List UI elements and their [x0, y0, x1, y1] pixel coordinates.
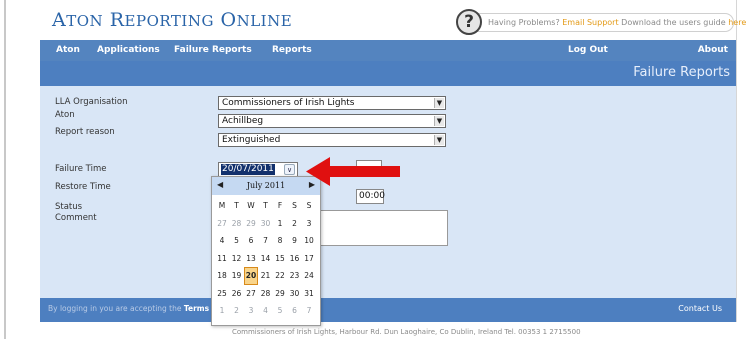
calendar-day[interactable]: 24 [303, 268, 315, 284]
calendar-day[interactable]: 7 [260, 233, 272, 249]
calendar-day[interactable]: 21 [260, 268, 272, 284]
aton-label: Aton [55, 110, 75, 120]
terms-notice-text: By logging in you are accepting the [48, 304, 184, 313]
report-reason-value: Extinguished [222, 135, 281, 145]
restore-time-value: 00:00 [359, 191, 385, 201]
title-band: Failure Reports [40, 61, 736, 86]
calendar-day[interactable]: 29 [274, 286, 286, 302]
calendar-day[interactable]: 31 [303, 286, 315, 302]
footer-address: Commissioners of Irish Lights, Harbour R… [232, 328, 581, 336]
calendar-day[interactable]: 1 [274, 216, 286, 232]
calendar-day[interactable]: 22 [274, 268, 286, 284]
aton-select[interactable]: Achillbeg ▼ [218, 114, 446, 128]
users-guide-link[interactable]: here [728, 18, 746, 27]
failure-time-label: Failure Time [55, 164, 107, 174]
calendar-day[interactable]: 27 [216, 216, 228, 232]
nav-about[interactable]: About [698, 40, 728, 61]
calendar-day[interactable]: 14 [260, 251, 272, 267]
nav-bar: Aton Applications Failure Reports Report… [40, 40, 736, 61]
chevron-down-icon[interactable]: ∨ [284, 164, 295, 175]
calendar-day[interactable]: 12 [231, 251, 243, 267]
calendar-day[interactable]: 4 [216, 233, 228, 249]
calendar-weekday: M [218, 201, 226, 210]
help-text: Having Problems? [488, 18, 563, 27]
calendar-weekday: T [234, 201, 239, 210]
calendar-header: ◀ July 2011 ▶ [212, 177, 320, 195]
lla-label: LLA Organisation [55, 97, 128, 107]
app-logo[interactable]: ATON REPORTING ONLINE [52, 9, 292, 31]
calendar-day[interactable]: 6 [245, 233, 257, 249]
page-title: Failure Reports [633, 65, 730, 80]
nav-applications[interactable]: Applications [97, 40, 160, 61]
calendar-weekday: F [277, 201, 283, 210]
calendar-month-title: July 2011 [246, 181, 286, 190]
aton-select-value: Achillbeg [222, 116, 264, 126]
download-guide-text: Download the users guide [618, 18, 729, 27]
restore-time-label: Restore Time [55, 182, 111, 192]
calendar-day[interactable]: 3 [245, 303, 257, 319]
header: ATON REPORTING ONLINE Having Problems? E… [40, 0, 746, 40]
calendar-day[interactable]: 10 [303, 233, 315, 249]
calendar-day[interactable]: 4 [260, 303, 272, 319]
help-bar: Having Problems? Email Support Download … [468, 13, 746, 32]
lla-select[interactable]: Commissioners of Irish Lights ▼ [218, 96, 446, 110]
terms-notice: By logging in you are accepting the Term… [48, 304, 220, 313]
calendar-day[interactable]: 19 [231, 268, 243, 284]
right-border [736, 0, 737, 322]
calendar-day[interactable]: 9 [289, 233, 301, 249]
status-label: Status [55, 202, 83, 212]
calendar-day[interactable]: 3 [303, 216, 315, 232]
calendar-day[interactable]: 29 [245, 216, 257, 232]
report-reason-label: Report reason [55, 127, 115, 137]
report-reason-select[interactable]: Extinguished ▼ [218, 133, 446, 147]
calendar-weekday: T [263, 201, 268, 210]
left-border [4, 0, 6, 339]
chevron-down-icon[interactable]: ▼ [434, 116, 444, 126]
calendar-day[interactable]: 2 [289, 216, 301, 232]
nav-failure-reports[interactable]: Failure Reports [174, 40, 252, 61]
calendar-weekday: W [247, 201, 255, 210]
contact-us-link[interactable]: Contact Us [678, 304, 722, 313]
red-arrow-annotation [306, 157, 400, 186]
nav-log-out[interactable]: Log Out [568, 40, 608, 61]
failure-date-value: 20/07/2011 [221, 164, 275, 175]
calendar-day[interactable]: 6 [289, 303, 301, 319]
calendar-day[interactable]: 26 [231, 286, 243, 302]
nav-reports[interactable]: Reports [272, 40, 312, 61]
lla-select-value: Commissioners of Irish Lights [222, 98, 355, 108]
calendar-day[interactable]: 5 [274, 303, 286, 319]
email-support-link[interactable]: Email Support [562, 18, 618, 27]
calendar-day[interactable]: 1 [216, 303, 228, 319]
calendar-day[interactable]: 18 [216, 268, 228, 284]
calendar-day[interactable]: 5 [231, 233, 243, 249]
nav-aton[interactable]: Aton [56, 40, 80, 61]
calendar-day[interactable]: 30 [289, 286, 301, 302]
calendar-day[interactable]: 27 [245, 286, 257, 302]
calendar-day[interactable]: 28 [231, 216, 243, 232]
chevron-down-icon[interactable]: ▼ [434, 135, 444, 145]
calendar-weekday: S [292, 201, 297, 210]
calendar-day[interactable]: 7 [303, 303, 315, 319]
restore-time-input[interactable]: 00:00 [356, 189, 385, 204]
footer-bar: By logging in you are accepting the Term… [40, 298, 736, 322]
calendar-day[interactable]: 30 [260, 216, 272, 232]
calendar-day-selected[interactable]: 20 [244, 267, 258, 285]
calendar-day[interactable]: 15 [274, 251, 286, 267]
failure-date-input[interactable]: 20/07/2011 ∨ [218, 162, 298, 177]
calendar-day[interactable]: 25 [216, 286, 228, 302]
calendar-day[interactable]: 13 [245, 251, 257, 267]
calendar-day[interactable]: 16 [289, 251, 301, 267]
chevron-down-icon[interactable]: ▼ [434, 98, 444, 108]
calendar-weekday: S [306, 201, 312, 210]
comment-label: Comment [55, 213, 97, 223]
question-mark-icon[interactable]: ? [456, 9, 482, 35]
calendar-day[interactable]: 11 [216, 251, 228, 267]
calendar-day[interactable]: 28 [260, 286, 272, 302]
calendar-day[interactable]: 23 [289, 268, 301, 284]
calendar-day[interactable]: 8 [274, 233, 286, 249]
date-picker-popup: ◀ July 2011 ▶ M T W T F S S 27 28 29 30 1 2 3 4 5 6 7 8 9 10… [211, 176, 321, 326]
calendar-day[interactable]: 2 [231, 303, 243, 319]
calendar-day[interactable]: 17 [303, 251, 315, 267]
